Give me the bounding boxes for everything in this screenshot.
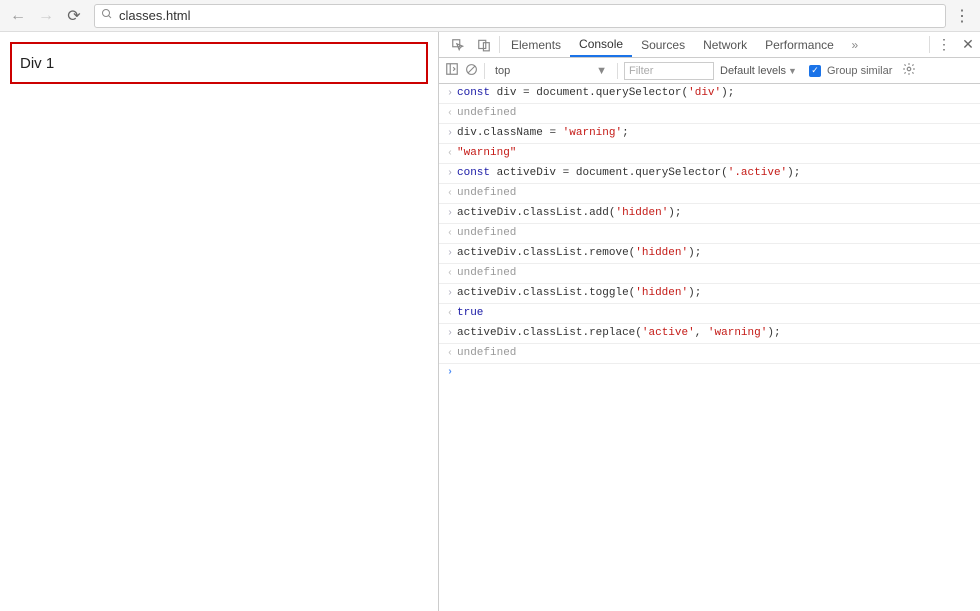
console-result: true bbox=[457, 304, 483, 322]
back-button[interactable]: ← bbox=[6, 4, 30, 28]
tab-performance[interactable]: Performance bbox=[756, 32, 843, 57]
chevron-right-icon: › bbox=[443, 325, 457, 343]
checkbox-checked-icon: ✓ bbox=[809, 65, 821, 77]
more-tabs-icon[interactable]: » bbox=[843, 32, 867, 57]
reload-button[interactable]: ⟳ bbox=[62, 4, 86, 28]
chevron-right-icon: › bbox=[443, 205, 457, 223]
chevron-right-icon: › bbox=[443, 125, 457, 143]
chevron-left-icon: ‹ bbox=[443, 185, 457, 203]
tab-sources[interactable]: Sources bbox=[632, 32, 694, 57]
console-line: ‹ undefined bbox=[439, 104, 980, 124]
console-toolbar: top ▼ Filter Default levels ▼ ✓ Group si… bbox=[439, 58, 980, 84]
browser-toolbar: ← → ⟳ classes.html ⋮ bbox=[0, 0, 980, 32]
console-result: "warning" bbox=[457, 144, 516, 162]
url-text: classes.html bbox=[119, 8, 191, 23]
forward-button[interactable]: → bbox=[34, 4, 58, 28]
chevron-down-icon: ▼ bbox=[788, 66, 797, 76]
devtools-tabbar: Elements Console Sources Network Perform… bbox=[439, 32, 980, 58]
console-line: › activeDiv.classList.add('hidden'); bbox=[439, 204, 980, 224]
context-dropdown-label: top bbox=[495, 65, 510, 77]
chevron-left-icon: ‹ bbox=[443, 105, 457, 123]
console-result: undefined bbox=[457, 104, 516, 122]
chevron-left-icon: ‹ bbox=[443, 145, 457, 163]
tab-console[interactable]: Console bbox=[570, 32, 632, 57]
console-line: › activeDiv.classList.replace('active', … bbox=[439, 324, 980, 344]
console-prompt[interactable]: › bbox=[439, 364, 980, 382]
filter-input[interactable]: Filter bbox=[624, 62, 714, 80]
console-line: ‹ undefined bbox=[439, 224, 980, 244]
context-dropdown[interactable]: top ▼ bbox=[491, 64, 611, 78]
chevron-right-icon: › bbox=[443, 245, 457, 263]
tab-elements[interactable]: Elements bbox=[502, 32, 570, 57]
console-line: › div.className = 'warning'; bbox=[439, 124, 980, 144]
device-toggle-icon[interactable] bbox=[471, 32, 497, 57]
devtools: Elements Console Sources Network Perform… bbox=[438, 32, 980, 611]
clear-console-icon[interactable] bbox=[465, 63, 478, 79]
console-line: ‹ "warning" bbox=[439, 144, 980, 164]
devtools-menu-icon[interactable]: ⋮ bbox=[932, 32, 956, 57]
console-line: › activeDiv.classList.toggle('hidden'); bbox=[439, 284, 980, 304]
console-line: ‹ undefined bbox=[439, 264, 980, 284]
chevron-right-icon: › bbox=[443, 364, 457, 382]
console-line: › const div = document.querySelector('di… bbox=[439, 84, 980, 104]
div-1-text: Div 1 bbox=[20, 55, 54, 72]
chevron-right-icon: › bbox=[443, 85, 457, 103]
console-result: undefined bbox=[457, 224, 516, 242]
console-line: ‹ undefined bbox=[439, 344, 980, 364]
url-bar[interactable]: classes.html bbox=[94, 4, 946, 28]
console-output[interactable]: › const div = document.querySelector('di… bbox=[439, 84, 980, 611]
console-result: undefined bbox=[457, 264, 516, 282]
console-line: ‹ true bbox=[439, 304, 980, 324]
chevron-left-icon: ‹ bbox=[443, 345, 457, 363]
console-line: ‹ undefined bbox=[439, 184, 980, 204]
search-icon bbox=[101, 8, 113, 23]
browser-menu-button[interactable]: ⋮ bbox=[950, 6, 974, 26]
page-content: Div 1 bbox=[0, 32, 438, 611]
chevron-left-icon: ‹ bbox=[443, 265, 457, 283]
chevron-right-icon: › bbox=[443, 285, 457, 303]
console-result: undefined bbox=[457, 344, 516, 362]
chevron-right-icon: › bbox=[443, 165, 457, 183]
console-result: undefined bbox=[457, 184, 516, 202]
chevron-left-icon: ‹ bbox=[443, 225, 457, 243]
div-1-warning: Div 1 bbox=[10, 42, 428, 84]
tab-network[interactable]: Network bbox=[694, 32, 756, 57]
devtools-close-icon[interactable]: ✕ bbox=[956, 32, 980, 57]
chevron-left-icon: ‹ bbox=[443, 305, 457, 323]
levels-label: Default levels bbox=[720, 65, 786, 77]
console-line: › const activeDiv = document.querySelect… bbox=[439, 164, 980, 184]
filter-placeholder: Filter bbox=[629, 65, 653, 77]
chevron-down-icon: ▼ bbox=[596, 65, 607, 77]
console-sidebar-toggle-icon[interactable] bbox=[445, 62, 459, 79]
group-similar-toggle[interactable]: ✓ Group similar bbox=[809, 65, 892, 77]
group-similar-label: Group similar bbox=[827, 65, 892, 77]
levels-dropdown[interactable]: Default levels ▼ bbox=[720, 65, 797, 77]
settings-icon[interactable] bbox=[902, 62, 916, 79]
inspect-icon[interactable] bbox=[445, 32, 471, 57]
console-line: › activeDiv.classList.remove('hidden'); bbox=[439, 244, 980, 264]
